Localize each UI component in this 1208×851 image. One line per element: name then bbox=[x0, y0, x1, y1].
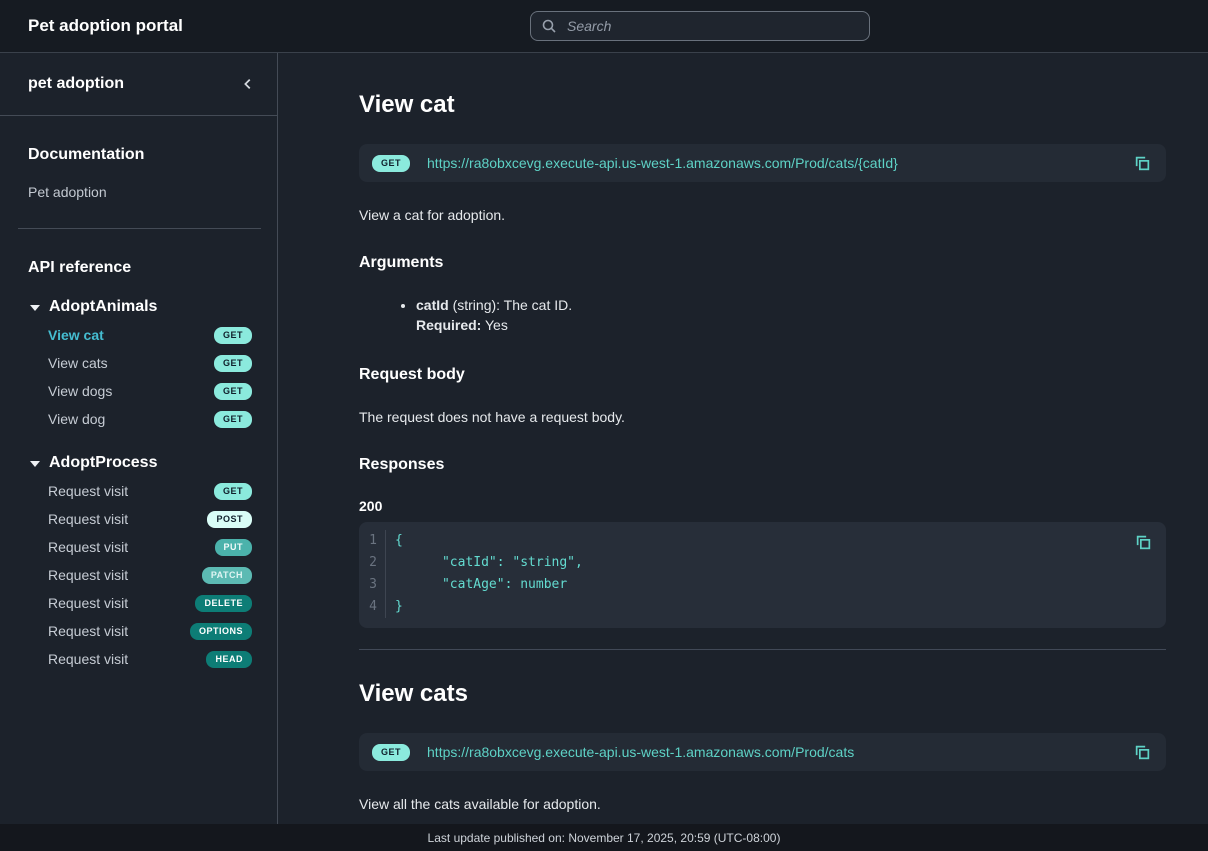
code-line: 3 "catAge": number bbox=[359, 574, 1166, 596]
method-badge-post: POST bbox=[207, 511, 252, 528]
sidebar-item-request-visit-delete[interactable]: Request visit DELETE bbox=[0, 589, 277, 617]
method-badge-get: GET bbox=[214, 383, 252, 400]
code-text: "catId": "string", bbox=[386, 552, 583, 574]
sidebar-group-adoptanimals[interactable]: AdoptAnimals bbox=[0, 293, 277, 321]
argument-desc: (string): The cat ID. bbox=[449, 297, 572, 313]
last-update-text: Last update published on: November 17, 2… bbox=[428, 831, 781, 845]
argument-required-value: Yes bbox=[481, 317, 507, 333]
endpoint-url[interactable]: https://ra8obxcevg.execute-api.us-west-1… bbox=[427, 155, 898, 171]
sidebar-collapse-button[interactable] bbox=[237, 73, 259, 95]
method-badge-delete: DELETE bbox=[195, 595, 252, 612]
line-number: 2 bbox=[359, 552, 386, 574]
sidebar-group-adoptprocess[interactable]: AdoptProcess bbox=[0, 449, 277, 477]
main-content: View cat GET https://ra8obxcevg.execute-… bbox=[278, 53, 1208, 851]
operation-title-view-cat: View cat bbox=[359, 91, 1166, 119]
operation-title-view-cats: View cats bbox=[359, 680, 1166, 708]
nav-item-label: View dog bbox=[48, 411, 105, 427]
sidebar-item-pet-adoption[interactable]: Pet adoption bbox=[0, 180, 277, 204]
sidebar-item-view-dogs[interactable]: View dogs GET bbox=[0, 377, 277, 405]
code-line: 1 { bbox=[359, 530, 1166, 552]
sidebar-item-view-cat[interactable]: View cat GET bbox=[0, 321, 277, 349]
sidebar: pet adoption Documentation Pet adoption … bbox=[0, 53, 278, 851]
code-text: } bbox=[386, 596, 403, 618]
arguments-heading: Arguments bbox=[359, 254, 1166, 272]
method-badge-patch: PATCH bbox=[202, 567, 252, 584]
nav-item-label: Request visit bbox=[48, 539, 128, 555]
operation-description: View all the cats available for adoption… bbox=[359, 796, 1166, 812]
app-title: Pet adoption portal bbox=[28, 16, 183, 36]
request-body-heading: Request body bbox=[359, 366, 1166, 384]
argument-item: catId (string): The cat ID. Required: Ye… bbox=[416, 295, 1166, 335]
code-line: 2 "catId": "string", bbox=[359, 552, 1166, 574]
caret-down-icon bbox=[30, 461, 40, 467]
section-divider bbox=[359, 649, 1166, 650]
api-reference-heading: API reference bbox=[0, 259, 277, 277]
group-label: AdoptProcess bbox=[49, 454, 157, 472]
sidebar-item-request-visit-patch[interactable]: Request visit PATCH bbox=[0, 561, 277, 589]
nav-item-label: Request visit bbox=[48, 651, 128, 667]
nav-item-label: Request visit bbox=[48, 567, 128, 583]
nav-item-label: Request visit bbox=[48, 595, 128, 611]
nav-item-label: Request visit bbox=[48, 511, 128, 527]
method-badge-get: GET bbox=[214, 483, 252, 500]
code-line: 4 } bbox=[359, 596, 1166, 618]
argument-required-label: Required: bbox=[416, 317, 481, 333]
search-box[interactable] bbox=[530, 11, 870, 41]
documentation-heading: Documentation bbox=[0, 146, 277, 164]
copy-icon bbox=[1135, 534, 1152, 551]
line-number: 1 bbox=[359, 530, 386, 552]
copy-url-button[interactable] bbox=[1132, 742, 1153, 763]
copy-url-button[interactable] bbox=[1132, 153, 1153, 174]
copy-icon bbox=[1134, 744, 1151, 761]
chevron-left-icon bbox=[241, 77, 255, 91]
method-badge-get: GET bbox=[214, 411, 252, 428]
sidebar-item-request-visit-put[interactable]: Request visit PUT bbox=[0, 533, 277, 561]
method-badge-options: OPTIONS bbox=[190, 623, 252, 640]
nav-item-label: View cats bbox=[48, 355, 108, 371]
method-badge-get: GET bbox=[372, 155, 410, 172]
operation-description: View a cat for adoption. bbox=[359, 207, 1166, 223]
line-number: 3 bbox=[359, 574, 386, 596]
nav-item-label: Request visit bbox=[48, 483, 128, 499]
caret-down-icon bbox=[30, 305, 40, 311]
argument-name: catId bbox=[416, 297, 449, 313]
sidebar-item-request-visit-get[interactable]: Request visit GET bbox=[0, 477, 277, 505]
sidebar-item-view-dog[interactable]: View dog GET bbox=[0, 405, 277, 433]
copy-code-button[interactable] bbox=[1133, 532, 1154, 553]
code-text: "catAge": number bbox=[386, 574, 567, 596]
response-code-block: 1 { 2 "catId": "string", 3 "catAge": num… bbox=[359, 522, 1166, 628]
endpoint-url[interactable]: https://ra8obxcevg.execute-api.us-west-1… bbox=[427, 744, 854, 760]
method-badge-head: HEAD bbox=[206, 651, 252, 668]
group-label: AdoptAnimals bbox=[49, 298, 157, 316]
sidebar-item-request-visit-post[interactable]: Request visit POST bbox=[0, 505, 277, 533]
arguments-list: catId (string): The cat ID. Required: Ye… bbox=[359, 295, 1166, 335]
copy-icon bbox=[1134, 155, 1151, 172]
method-badge-put: PUT bbox=[215, 539, 253, 556]
request-body-text: The request does not have a request body… bbox=[359, 409, 1166, 425]
sidebar-divider bbox=[18, 228, 261, 229]
method-badge-get: GET bbox=[214, 355, 252, 372]
endpoint-bar: GET https://ra8obxcevg.execute-api.us-we… bbox=[359, 733, 1166, 771]
footer-bar: Last update published on: November 17, 2… bbox=[0, 824, 1208, 851]
method-badge-get: GET bbox=[372, 744, 410, 761]
nav-item-label: Request visit bbox=[48, 623, 128, 639]
sidebar-title: pet adoption bbox=[28, 75, 124, 93]
sidebar-item-request-visit-head[interactable]: Request visit HEAD bbox=[0, 645, 277, 673]
nav-item-label: View cat bbox=[48, 327, 104, 343]
code-text: { bbox=[386, 530, 403, 552]
sidebar-header: pet adoption bbox=[0, 53, 277, 116]
line-number: 4 bbox=[359, 596, 386, 618]
response-status-code: 200 bbox=[359, 498, 1166, 514]
method-badge-get: GET bbox=[214, 327, 252, 344]
endpoint-bar: GET https://ra8obxcevg.execute-api.us-we… bbox=[359, 144, 1166, 182]
sidebar-item-view-cats[interactable]: View cats GET bbox=[0, 349, 277, 377]
search-icon bbox=[541, 18, 557, 34]
top-bar: Pet adoption portal bbox=[0, 0, 1208, 53]
responses-heading: Responses bbox=[359, 456, 1166, 474]
sidebar-item-request-visit-options[interactable]: Request visit OPTIONS bbox=[0, 617, 277, 645]
search-input[interactable] bbox=[565, 17, 859, 35]
nav-item-label: View dogs bbox=[48, 383, 112, 399]
